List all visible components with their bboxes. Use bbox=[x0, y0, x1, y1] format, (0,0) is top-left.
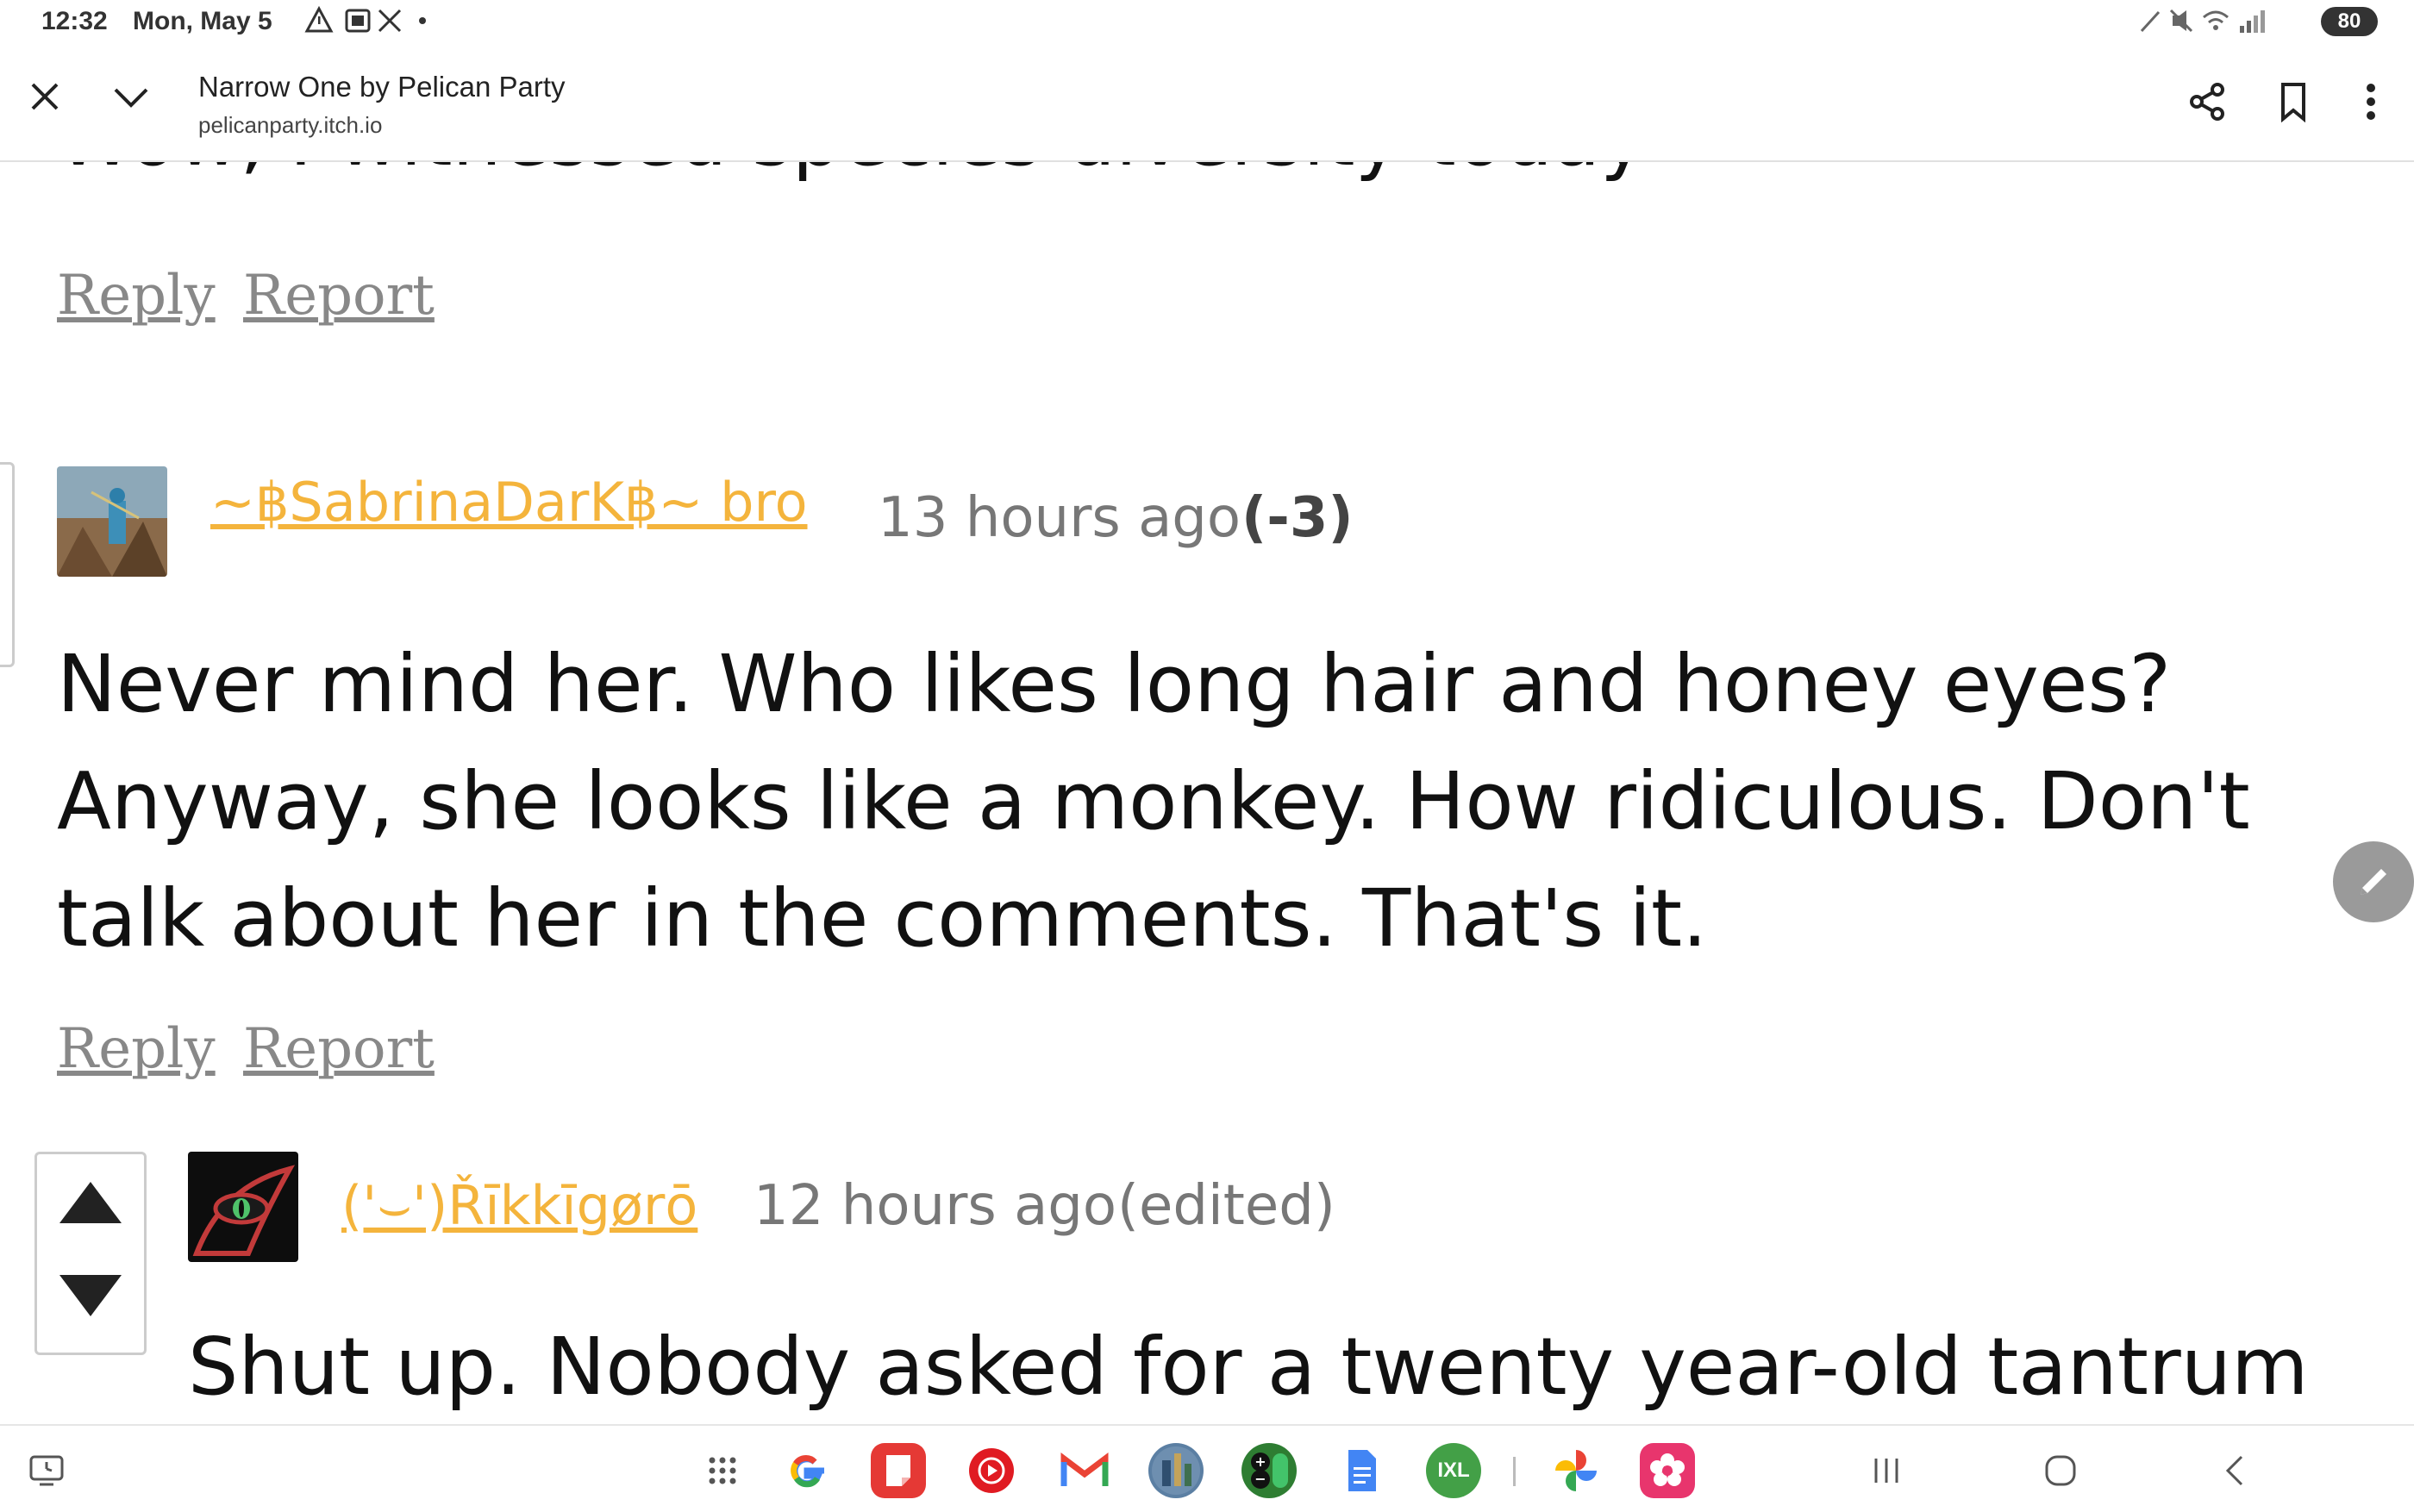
page-title: Narrow One by Pelican Party bbox=[198, 71, 566, 103]
thread-indent-bar bbox=[0, 462, 15, 667]
reply-link[interactable]: Reply bbox=[57, 1017, 216, 1081]
docs-app-icon[interactable] bbox=[1335, 1443, 1390, 1498]
game-app-icon[interactable] bbox=[1148, 1443, 1204, 1498]
ixl-app-icon[interactable]: IXL bbox=[1426, 1443, 1481, 1498]
close-icon[interactable] bbox=[10, 62, 79, 131]
google-app-icon[interactable] bbox=[779, 1443, 835, 1498]
status-date: Mon, May 5 bbox=[133, 7, 272, 35]
notification-icons-svg bbox=[304, 5, 426, 33]
username-link[interactable]: ('⌣')Řīkkīgørō bbox=[341, 1174, 697, 1238]
page-url: pelicanparty.itch.io bbox=[198, 112, 383, 138]
more-vert-icon[interactable] bbox=[2336, 67, 2405, 136]
svg-text:−: − bbox=[1254, 1471, 1266, 1487]
comment-time: 13 hours ago bbox=[878, 486, 1241, 550]
calculator-app-icon[interactable]: + − bbox=[1241, 1443, 1297, 1498]
notification-icons bbox=[303, 5, 433, 42]
comment-score: (-3) bbox=[1241, 486, 1354, 550]
edited-label: (edited) bbox=[1117, 1174, 1335, 1238]
comment-body: Shut up. Nobody asked for a twenty year-… bbox=[188, 1321, 2309, 1413]
upvote-icon[interactable] bbox=[58, 1180, 123, 1228]
bookmark-icon[interactable] bbox=[2259, 67, 2328, 136]
photos-app-icon[interactable] bbox=[1548, 1443, 1604, 1498]
comment-body: Never mind her. Who likes long hair and … bbox=[57, 638, 2250, 965]
report-link[interactable]: Report bbox=[243, 264, 435, 328]
comment-time: 12 hours ago bbox=[754, 1174, 1117, 1238]
youtube-music-icon[interactable] bbox=[964, 1443, 1019, 1498]
app-drawer-icon[interactable] bbox=[698, 1446, 747, 1495]
battery-indicator: 80 bbox=[2321, 7, 2378, 36]
recent-apps-icon[interactable] bbox=[22, 1446, 71, 1495]
pencil-icon bbox=[2361, 869, 2386, 895]
recents-nav-icon[interactable] bbox=[1862, 1446, 1911, 1495]
notes-app-icon[interactable] bbox=[871, 1443, 926, 1498]
avatar[interactable] bbox=[188, 1152, 298, 1262]
system-icons bbox=[2138, 5, 2276, 42]
gallery-app-icon[interactable] bbox=[1640, 1443, 1695, 1498]
home-nav-icon[interactable] bbox=[2036, 1446, 2085, 1495]
dock-divider bbox=[1513, 1457, 1516, 1486]
status-time: 12:32 bbox=[41, 7, 108, 35]
back-nav-icon[interactable] bbox=[2211, 1446, 2259, 1495]
chevron-down-icon[interactable] bbox=[97, 62, 166, 131]
custom-tab-toolbar: Narrow One by Pelican Party pelicanparty… bbox=[0, 45, 2414, 162]
comments-content: Wow, I witnessed species diversity today… bbox=[0, 160, 2414, 1424]
avatar[interactable] bbox=[57, 466, 167, 577]
reply-link[interactable]: Reply bbox=[57, 264, 216, 328]
gmail-icon[interactable] bbox=[1057, 1443, 1112, 1498]
downvote-icon[interactable] bbox=[58, 1273, 123, 1321]
edit-fab[interactable] bbox=[2333, 841, 2414, 922]
share-icon[interactable] bbox=[2173, 67, 2242, 136]
status-bar: 12:32 Mon, May 5 80 bbox=[0, 0, 2414, 45]
vote-box bbox=[34, 1152, 147, 1355]
svg-text:+: + bbox=[1254, 1453, 1266, 1470]
taskbar: + − IXL bbox=[0, 1424, 2414, 1512]
previous-comment-body: Wow, I witnessed species diversity today bbox=[57, 160, 1646, 184]
username-link[interactable]: ~฿SabrinaDarK฿~ bro bbox=[210, 471, 808, 534]
report-link[interactable]: Report bbox=[243, 1017, 435, 1081]
